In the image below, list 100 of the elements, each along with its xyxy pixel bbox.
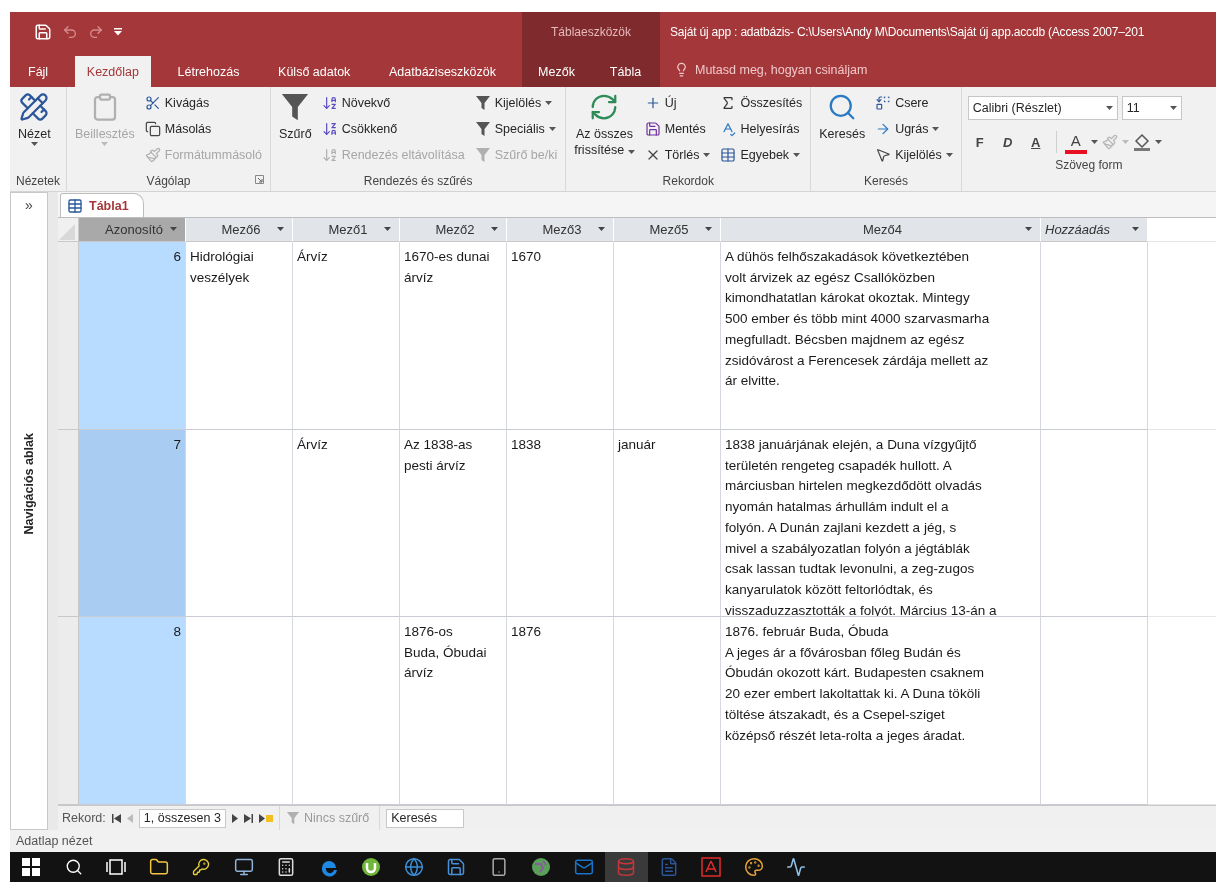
- sort-ascending-icon: [321, 95, 338, 111]
- ribbon-tab[interactable]: Fájl: [16, 56, 61, 87]
- ribbon-button[interactable]: Csökkenő: [319, 116, 467, 142]
- new-record-icon[interactable]: [258, 813, 273, 823]
- ribbon-tab[interactable]: Tábla: [591, 56, 660, 87]
- column-header[interactable]: Mező2: [400, 218, 507, 242]
- table-cell: 1670: [507, 242, 614, 430]
- dialog-launcher-icon[interactable]: [255, 175, 265, 184]
- ribbon-tab[interactable]: Mezők: [522, 56, 591, 87]
- table-cell: Hidrológiai veszélyek: [186, 242, 293, 430]
- format-button[interactable]: D: [995, 130, 1020, 154]
- ribbon-button[interactable]: Helyesírás: [718, 116, 805, 142]
- replace-icon: [875, 95, 892, 111]
- ribbon-button[interactable]: Mentés: [642, 116, 713, 142]
- palette-icon: [743, 857, 764, 877]
- ribbon-button[interactable]: Másolás: [142, 116, 265, 142]
- ribbon-button[interactable]: Növekvő: [319, 90, 467, 116]
- search-field[interactable]: Keresés: [386, 808, 465, 828]
- save-icon: [644, 121, 661, 137]
- caret-icon: [1105, 106, 1113, 110]
- column-header[interactable]: Mező6: [186, 218, 293, 242]
- caret-icon: [1132, 227, 1139, 231]
- caret-icon: [1090, 140, 1098, 144]
- filter-icon: [280, 92, 311, 122]
- caret-icon: [1121, 140, 1129, 144]
- cursor-icon: [875, 147, 892, 163]
- windows-logo-icon: [22, 858, 41, 876]
- table-cell: 1838: [507, 430, 614, 617]
- ribbon-button[interactable]: Nézet: [16, 90, 53, 170]
- ribbon-button[interactable]: Kivágás: [142, 90, 265, 116]
- ribbon-tab[interactable]: Létrehozás: [165, 56, 252, 87]
- fill-bucket-icon[interactable]: [1132, 133, 1151, 151]
- column-header[interactable]: Mező4: [721, 218, 1041, 242]
- key-icon: [192, 858, 211, 876]
- customize-icon[interactable]: [114, 28, 122, 36]
- ribbon-tab[interactable]: Külső adatok: [266, 56, 363, 87]
- format-button[interactable]: F: [967, 130, 992, 154]
- document-tab[interactable]: Tábla1: [60, 193, 144, 217]
- font-name-select[interactable]: Calibri (Részlet): [967, 96, 1118, 120]
- table-cell: január: [614, 430, 721, 617]
- ribbon-tab[interactable]: Adatbáziseszközök: [377, 56, 508, 87]
- column-header[interactable]: Hozzáadás: [1041, 218, 1148, 242]
- sort-descending-icon: [321, 121, 338, 137]
- group-label: Rendezés és szűrés: [363, 173, 473, 188]
- caret-icon: [705, 227, 712, 231]
- filter-selection-icon: [474, 95, 491, 111]
- tell-me-field[interactable]: Mutasd meg, hogyan csináljam: [695, 62, 868, 77]
- navigation-pane-label[interactable]: Navigációs ablak: [22, 433, 36, 535]
- group-label: Szöveg form: [1055, 157, 1123, 172]
- format-button[interactable]: A: [1023, 130, 1048, 154]
- ribbon-button[interactable]: Törlés: [642, 142, 713, 168]
- column-header[interactable]: Mező5: [614, 218, 721, 242]
- lightbulb-icon: [674, 62, 689, 77]
- caret-icon: [277, 227, 284, 231]
- table-cell: A dühös felhőszakadások következtében volt árvizek az egész Csallóközben kimondhatatlan károkat okoztak. Mintegy 500 ember és több mint 4000 szarvasmarha megfulladt. Bécsben majdnem az egész zsidóvárost a Ferencesek zárdája mellett az ár elvitte.: [721, 242, 1041, 430]
- ribbon-button[interactable]: Kijelölés: [472, 90, 560, 116]
- font-size-select[interactable]: 11: [1121, 96, 1182, 120]
- column-header[interactable]: Mező1: [293, 218, 400, 242]
- table-cell: Az 1838-as pesti árvíz: [400, 430, 507, 617]
- ribbon-button[interactable]: Csere: [873, 90, 955, 116]
- table-cell: 6: [79, 242, 186, 430]
- column-header[interactable]: Mező3: [507, 218, 614, 242]
- last-record-icon[interactable]: [243, 813, 253, 823]
- table-cell: 1876-os Buda, Óbudai árvíz: [400, 617, 507, 805]
- save-icon[interactable]: [34, 23, 52, 41]
- font-color-button[interactable]: A: [1064, 130, 1087, 154]
- expand-button[interactable]: »: [25, 193, 33, 215]
- table-cell: Árvíz: [293, 430, 400, 617]
- ribbon-button[interactable]: Ugrás: [873, 116, 955, 142]
- filter-off-icon: [285, 811, 300, 825]
- caret-icon: [1154, 140, 1162, 144]
- mail-icon: [573, 857, 594, 877]
- ribbon-button[interactable]: Új: [642, 90, 713, 116]
- table-icon: [720, 147, 737, 163]
- table-cell: 1670-es dunai árvíz: [400, 242, 507, 430]
- table-cell: 1876. február Buda, Óbuda A jeges ár a fővárosban főleg Budán és Óbudán okozott kárt. Budapesten csaknem 20 ezer embert lakoltattak ki. A Duna tököli töltése átszakadt, és a Csepel-sziget középső részét leta-rolta a jeges áradat.: [721, 617, 1041, 805]
- first-record-icon[interactable]: [111, 813, 121, 823]
- group-label: Vágólap: [146, 173, 191, 188]
- scissors-icon: [144, 95, 161, 111]
- group-label: Keresés: [863, 173, 908, 188]
- record-label: Rekord:: [62, 811, 106, 825]
- ribbon-button[interactable]: Kijelölés: [873, 142, 955, 168]
- status-text: Adatlap nézet: [16, 834, 93, 848]
- caret-icon: [1169, 106, 1177, 110]
- ribbon-button[interactable]: Szűrő: [277, 90, 314, 170]
- spellcheck-icon: [720, 121, 737, 137]
- ribbon-button[interactable]: Speciális: [472, 116, 560, 142]
- next-record-icon[interactable]: [231, 813, 238, 823]
- caret-icon: [598, 227, 605, 231]
- column-header[interactable]: Azonosító: [79, 218, 186, 242]
- ribbon-button[interactable]: Keresés: [817, 90, 868, 170]
- ribbon-button[interactable]: Az összes frissítése: [572, 90, 637, 170]
- table-cell: 1876: [507, 617, 614, 805]
- record-position-field[interactable]: 1, összesen 3: [138, 808, 226, 828]
- task-view-icon: [105, 859, 128, 875]
- ribbon-tab[interactable]: Kezdőlap: [74, 56, 151, 87]
- ribbon-button[interactable]: Összesítés: [718, 90, 805, 116]
- database-icon: [616, 857, 637, 877]
- caret-icon: [1025, 227, 1032, 231]
- ribbon-button[interactable]: Egyebek: [718, 142, 805, 168]
